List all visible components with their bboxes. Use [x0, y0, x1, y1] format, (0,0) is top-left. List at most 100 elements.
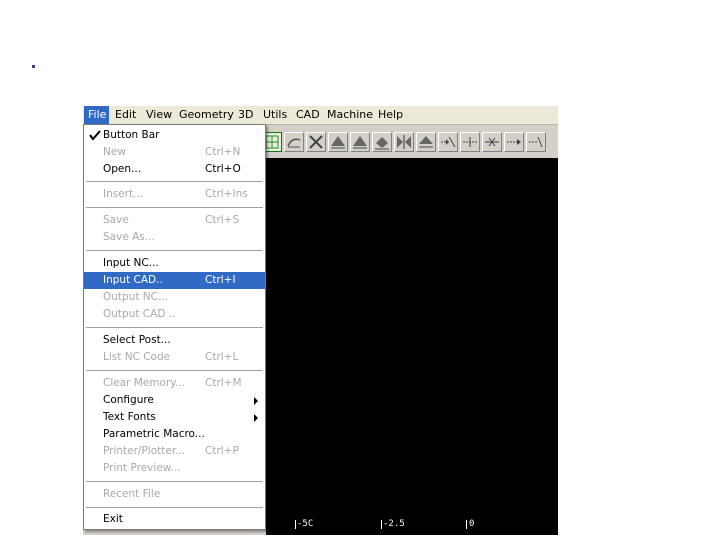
submenu-arrow-icon [254, 414, 258, 422]
extend-icon [463, 137, 477, 147]
menu-edit[interactable]: Edit [111, 106, 140, 124]
arrow-up-icon [331, 136, 345, 149]
menu-item-output-nc[interactable]: Output NC... [84, 289, 265, 306]
menu-item-label: Clear Memory... [103, 377, 186, 389]
mirror-icon [397, 135, 411, 149]
menu-item-shortcut: Ctrl+I [205, 274, 236, 286]
arrow-up-icon [419, 136, 433, 148]
menu-item-shortcut: Ctrl+P [205, 445, 239, 457]
menu-utils[interactable]: Utils [259, 106, 291, 124]
menu-separator [86, 481, 263, 483]
menu-item-shortcut: Ctrl+O [205, 163, 241, 175]
menu-geometry[interactable]: Geometry [175, 106, 238, 124]
menu-item-save-as[interactable]: Save As... [84, 229, 265, 246]
menu-item-list-nc-code[interactable]: List NC Code Ctrl+L [84, 349, 265, 366]
menu-view[interactable]: View [142, 106, 176, 124]
bullet-dot [32, 65, 35, 68]
axis-tick-label: -2.5 [383, 519, 405, 529]
menu-item-configure[interactable]: Configure [84, 392, 265, 409]
arc-icon [287, 138, 301, 148]
menu-item-clear-memory[interactable]: Clear Memory... Ctrl+M [84, 375, 265, 392]
menu-item-exit[interactable]: Exit [84, 511, 265, 528]
menu-item-label: Insert... [103, 188, 144, 200]
menu-3d[interactable]: 3D [234, 106, 257, 124]
menu-item-label: Text Fonts [103, 411, 156, 423]
menu-separator [86, 250, 263, 252]
grid-icon [265, 135, 279, 149]
menu-bar: File Edit View Geometry 3D Utils CAD Mac… [83, 106, 558, 125]
menu-item-label: Parametric Macro... [103, 428, 205, 440]
menu-separator [86, 327, 263, 329]
menu-item-input-cad[interactable]: Input CAD.. Ctrl+I [84, 272, 265, 289]
menu-item-label: Recent File [103, 488, 161, 500]
toolbar-button-up-3[interactable] [372, 132, 392, 152]
arrow-up-icon [375, 137, 389, 150]
axis-tick-mark [295, 520, 296, 529]
toolbar-button-up-1[interactable] [328, 132, 348, 152]
delete-icon [309, 135, 323, 149]
toolbar-button-up-2[interactable] [350, 132, 370, 152]
menu-separator [86, 207, 263, 209]
menu-item-label: Printer/Plotter... [103, 445, 186, 457]
menu-item-label: Button Bar [103, 129, 160, 141]
menu-item-shortcut: Ctrl+M [205, 377, 242, 389]
menu-separator [86, 507, 263, 509]
menu-machine[interactable]: Machine [323, 106, 377, 124]
menu-item-shortcut: Ctrl+L [205, 351, 239, 363]
menu-item-printer-plotter[interactable]: Printer/Plotter... Ctrl+P [84, 443, 265, 460]
menu-item-label: Exit [103, 513, 123, 525]
trim-icon [441, 136, 456, 148]
axis-tick-label: 0 [469, 519, 475, 529]
menu-file[interactable]: File [84, 106, 109, 124]
menu-item-recent-file[interactable]: Recent File [84, 486, 265, 503]
toolbar-button-up-4[interactable] [416, 132, 436, 152]
break-icon [485, 137, 499, 147]
menu-item-button-bar[interactable]: Button Bar [84, 127, 265, 144]
drawing-canvas[interactable]: -5C -2.5 0 [266, 158, 558, 535]
toolbar-button-arc[interactable] [284, 132, 304, 152]
checkmark-icon [89, 130, 101, 141]
axis-tick-mark [466, 520, 467, 529]
menu-item-save[interactable]: Save Ctrl+S [84, 212, 265, 229]
toolbar-button-mirror[interactable] [394, 132, 414, 152]
menu-item-label: List NC Code [103, 351, 171, 363]
file-menu-dropdown: Button Bar New Ctrl+N Open... Ctrl+O Ins… [83, 124, 266, 530]
menu-separator [86, 370, 263, 372]
menu-item-select-post[interactable]: Select Post... [84, 332, 265, 349]
menu-separator [86, 181, 263, 183]
x-axis-ruler: -5C -2.5 0 [266, 519, 558, 535]
menu-item-label: New [103, 146, 126, 158]
menu-item-insert[interactable]: Insert... Ctrl+Ins [84, 186, 265, 203]
menu-item-label: Output CAD .. [103, 308, 176, 320]
arrow-up-icon [353, 136, 367, 149]
menu-item-new[interactable]: New Ctrl+N [84, 144, 265, 161]
menu-item-label: Output NC... [103, 291, 169, 303]
menu-help[interactable]: Help [374, 106, 407, 124]
menu-item-label: Save [103, 214, 129, 226]
axis-tick-mark [381, 520, 382, 529]
toolbar-button-extend[interactable] [460, 132, 480, 152]
menu-cad[interactable]: CAD [292, 106, 324, 124]
menu-item-shortcut: Ctrl+S [205, 214, 240, 226]
menu-item-label: Configure [103, 394, 154, 406]
extend-icon [529, 136, 543, 148]
toolbar-button-trim[interactable] [438, 132, 458, 152]
toolbar-button-extend-right[interactable] [504, 132, 524, 152]
toolbar-button-break[interactable] [482, 132, 502, 152]
menu-item-text-fonts[interactable]: Text Fonts [84, 409, 265, 426]
menu-item-label: Select Post... [103, 334, 171, 346]
menu-item-label: Input CAD.. [103, 274, 163, 286]
menu-item-shortcut: Ctrl+Ins [205, 188, 248, 200]
extend-right-icon [507, 139, 521, 145]
menu-item-label: Input NC... [103, 257, 159, 269]
menu-item-output-cad[interactable]: Output CAD .. [84, 306, 265, 323]
toolbar-button-extend-2[interactable] [526, 132, 546, 152]
menu-item-label: Save As... [103, 231, 155, 243]
menu-item-label: Print Preview... [103, 462, 181, 474]
menu-item-input-nc[interactable]: Input NC... [84, 255, 265, 272]
menu-item-print-preview[interactable]: Print Preview... [84, 460, 265, 477]
toolbar-button-delete[interactable] [306, 132, 326, 152]
menu-item-open[interactable]: Open... Ctrl+O [84, 161, 265, 178]
axis-tick-label: -5C [297, 519, 314, 529]
menu-item-parametric-macro[interactable]: Parametric Macro... [84, 426, 265, 443]
